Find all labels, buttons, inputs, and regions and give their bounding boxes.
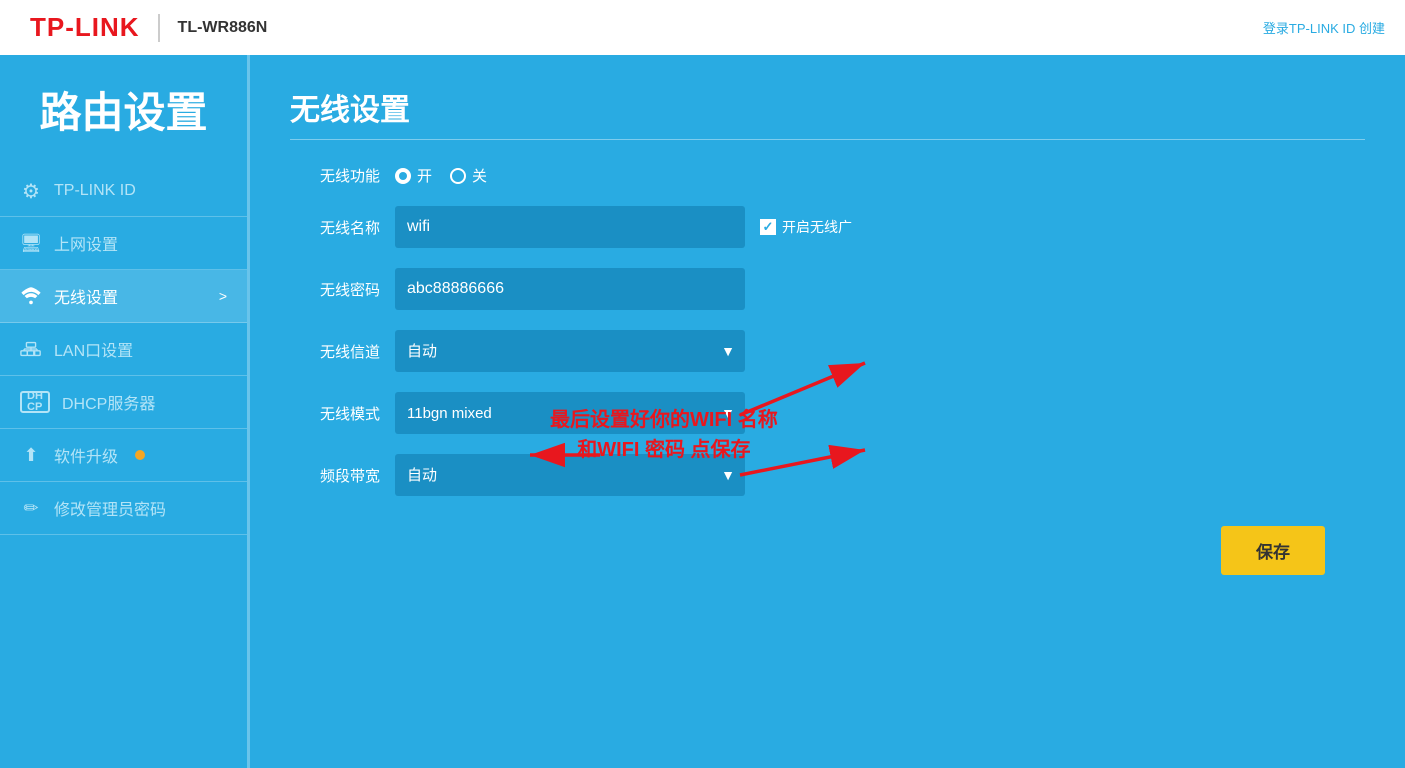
- channel-label: 无线信道: [290, 341, 380, 362]
- save-button[interactable]: 保存: [1221, 526, 1325, 575]
- sidebar-item-label: DHCP服务器: [62, 390, 155, 414]
- sidebar-item-label: LAN口设置: [54, 337, 133, 361]
- password-input[interactable]: abc88886666: [395, 268, 745, 310]
- radio-on-circle: [395, 168, 411, 184]
- bandwidth-select[interactable]: 自动 20MHz 40MHz: [395, 454, 745, 496]
- channel-select-wrapper: 自动 123 456 ▼: [395, 330, 745, 372]
- radio-off-circle: [450, 168, 466, 184]
- mode-select[interactable]: 11bgn mixed 11b only 11g only 11n only: [395, 392, 745, 434]
- sidebar-item-dhcp-server[interactable]: DHCP DHCP服务器: [0, 376, 247, 429]
- main-content: 无线设置 无线功能 开 关 无线名称 wi: [250, 55, 1405, 768]
- mode-select-wrapper: 11bgn mixed 11b only 11g only 11n only ▼: [395, 392, 745, 434]
- sidebar-item-change-password[interactable]: ✏ 修改管理员密码: [0, 482, 247, 535]
- wireless-off-label: 关: [472, 165, 487, 186]
- password-label: 无线密码: [290, 279, 380, 300]
- wireless-function-row: 无线功能 开 关: [290, 165, 1365, 186]
- bandwidth-row: 频段带宽 自动 20MHz 40MHz ▼: [290, 454, 1365, 496]
- page-title: 无线设置: [290, 85, 1365, 140]
- bandwidth-label: 频段带宽: [290, 465, 380, 486]
- header-links[interactable]: 登录TP-LINK ID 创建: [1263, 18, 1385, 37]
- sidebar: 路由设置 ⚙ TP-LINK ID 🖥 上网设置 无线设置 >: [0, 55, 250, 768]
- ssid-label: 无线名称: [290, 217, 380, 238]
- mode-row: 无线模式 11bgn mixed 11b only 11g only 11n o…: [290, 392, 1365, 434]
- sidebar-item-lan-settings[interactable]: LAN口设置: [0, 323, 247, 376]
- wireless-on-label: 开: [417, 165, 432, 186]
- upgrade-icon: ⬆: [20, 444, 42, 466]
- mode-label: 无线模式: [290, 403, 380, 424]
- sidebar-item-wifi-settings[interactable]: 无线设置 >: [0, 270, 247, 323]
- edit-icon: ✏: [20, 497, 42, 519]
- broadcast-ssid-label[interactable]: 开启无线广: [760, 217, 852, 237]
- password-row: 无线密码 abc88886666: [290, 268, 1365, 310]
- channel-row: 无线信道 自动 123 456 ▼: [290, 330, 1365, 372]
- wifi-icon: [20, 285, 42, 307]
- wireless-function-label: 无线功能: [290, 165, 380, 186]
- brand-name: TP-LINK: [30, 12, 140, 43]
- chevron-right-icon: >: [219, 288, 227, 304]
- sidebar-item-label: TP-LINK ID: [54, 182, 136, 200]
- broadcast-ssid-text: 开启无线广: [782, 217, 852, 237]
- ssid-row: 无线名称 wifi 开启无线广: [290, 206, 1365, 248]
- sidebar-item-label: 修改管理员密码: [54, 496, 166, 520]
- broadcast-checkbox[interactable]: [760, 219, 776, 235]
- sidebar-item-tplink-id[interactable]: ⚙ TP-LINK ID: [0, 166, 247, 217]
- layout: 路由设置 ⚙ TP-LINK ID 🖥 上网设置 无线设置 >: [0, 55, 1405, 768]
- wireless-on-option[interactable]: 开: [395, 165, 432, 186]
- upgrade-dot: [135, 450, 145, 460]
- logo-divider: [158, 14, 160, 42]
- wireless-function-radio-group: 开 关: [395, 165, 487, 186]
- sidebar-item-internet-settings[interactable]: 🖥 上网设置: [0, 217, 247, 270]
- wireless-off-option[interactable]: 关: [450, 165, 487, 186]
- channel-select[interactable]: 自动 123 456: [395, 330, 745, 372]
- bandwidth-select-wrapper: 自动 20MHz 40MHz ▼: [395, 454, 745, 496]
- ssid-input[interactable]: wifi: [395, 206, 745, 248]
- monitor-icon: 🖥: [20, 232, 42, 254]
- dhcp-icon: DHCP: [20, 391, 50, 413]
- header: TP-LINK TL-WR886N 登录TP-LINK ID 创建: [0, 0, 1405, 55]
- logo: TP-LINK TL-WR886N: [30, 12, 267, 43]
- model-name: TL-WR886N: [178, 19, 268, 37]
- wireless-settings-form: 无线功能 开 关 无线名称 wifi 开: [290, 165, 1365, 496]
- lan-icon: [20, 338, 42, 360]
- sidebar-item-software-upgrade[interactable]: ⬆ 软件升级: [0, 429, 247, 482]
- sidebar-title: 路由设置: [0, 65, 247, 166]
- sidebar-item-label: 软件升级: [54, 443, 118, 467]
- gear-icon: ⚙: [20, 180, 42, 202]
- sidebar-item-label: 上网设置: [54, 231, 118, 255]
- sidebar-item-label: 无线设置: [54, 284, 118, 308]
